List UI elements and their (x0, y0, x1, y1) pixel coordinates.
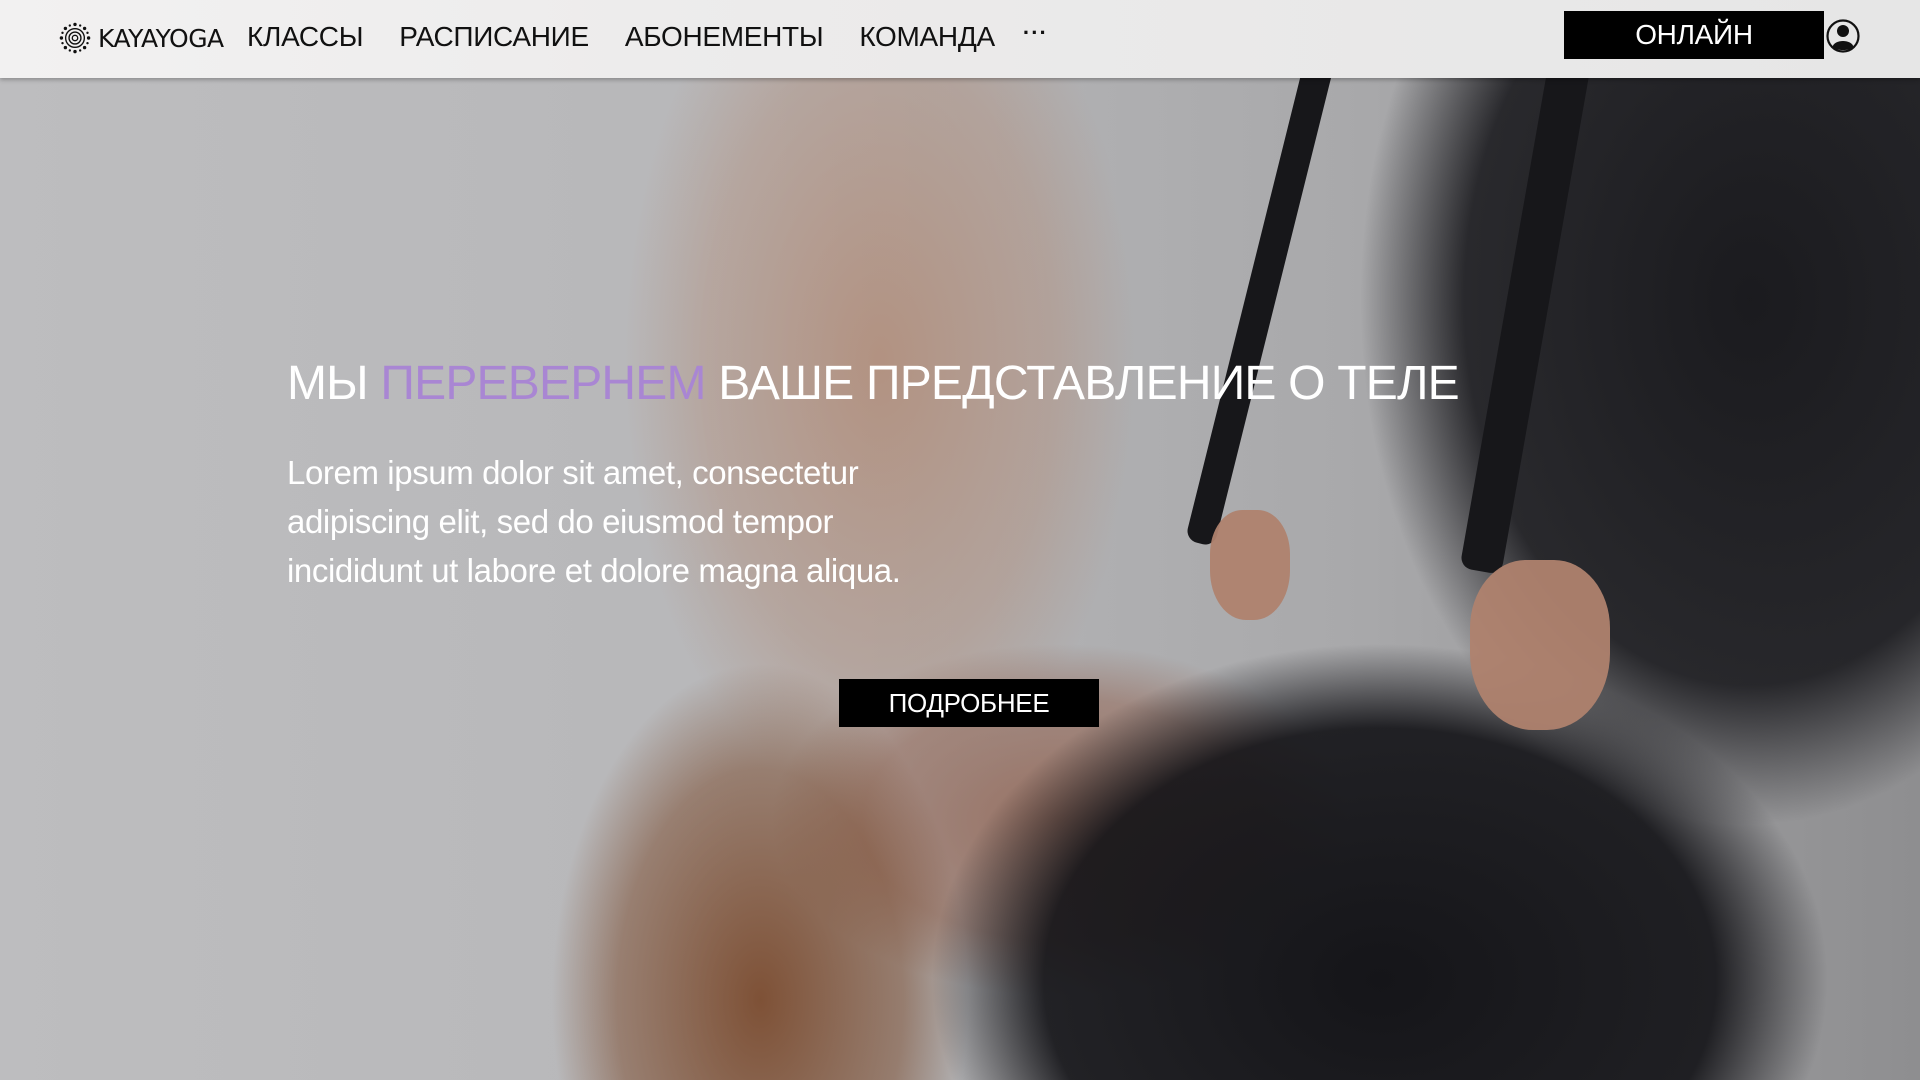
brand-name: KAYAYOGA (98, 23, 224, 53)
sun-mandala-icon (59, 22, 91, 54)
hand (1210, 510, 1290, 620)
brand-logo[interactable]: KAYAYOGA (58, 18, 224, 58)
hero-title-accent: ПЕРЕВЕРНЕМ (380, 357, 706, 410)
hero-title-prefix: МЫ (287, 357, 381, 410)
yoga-strap (1459, 0, 1602, 575)
main-nav: КЛАССЫ РАСПИСАНИЕ АБОНЕМЕНТЫ КОМАНДА ··· (247, 0, 1048, 74)
hero-title: МЫ ПЕРЕВЕРНЕМ ВАШЕ ПРЕДСТАВЛЕНИЕ О ТЕЛЕ (287, 356, 1460, 411)
user-account-icon[interactable] (1826, 17, 1860, 55)
more-details-button[interactable]: ПОДРОБНЕЕ (839, 679, 1099, 727)
nav-item-subscriptions[interactable]: АБОНЕМЕНТЫ (625, 21, 824, 53)
yoga-strap (1184, 0, 1350, 547)
hero-description: Lorem ipsum dolor sit amet, consectetur … (287, 454, 901, 589)
top-navigation-bar: KAYAYOGA КЛАССЫ РАСПИСАНИЕ АБОНЕМЕНТЫ КО… (0, 0, 1920, 78)
online-button[interactable]: ОНЛАЙН (1564, 11, 1824, 59)
nav-item-classes[interactable]: КЛАССЫ (247, 21, 363, 53)
nav-more-button[interactable]: ··· (1023, 20, 1048, 54)
nav-item-schedule[interactable]: РАСПИСАНИЕ (399, 21, 589, 53)
page: KAYAYOGA КЛАССЫ РАСПИСАНИЕ АБОНЕМЕНТЫ КО… (0, 0, 1920, 1080)
nav-item-team[interactable]: КОМАНДА (859, 21, 995, 53)
hero-title-suffix: ВАШЕ ПРЕДСТАВЛЕНИЕ О ТЕЛЕ (705, 357, 1459, 410)
hand (1470, 560, 1610, 730)
